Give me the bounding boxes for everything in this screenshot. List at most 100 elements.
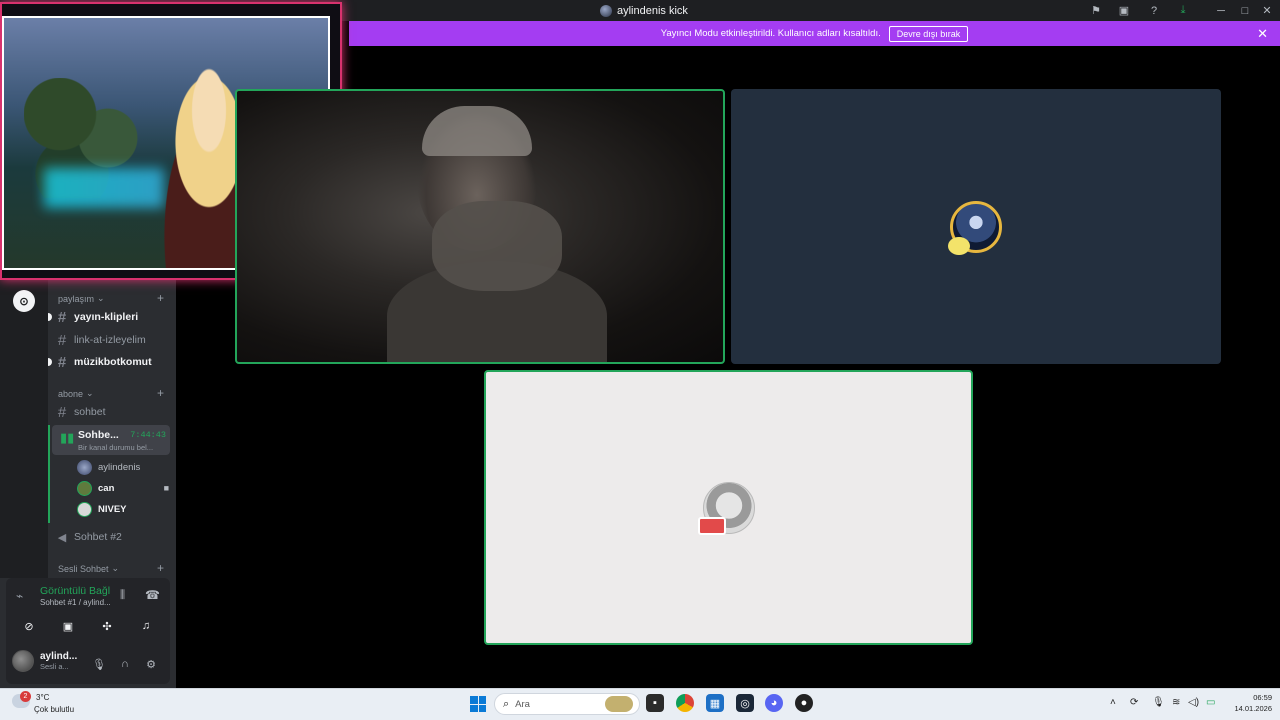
app-icon[interactable]: ● [795,694,813,712]
disconnect-icon[interactable]: ☎ [145,588,160,602]
notification-badge: 2 [20,691,31,702]
voice-user-aylindenis[interactable]: aylindenis [77,458,169,476]
category-label: Sesli Sohbet [58,563,109,574]
voice-connection-channel[interactable]: Sohbet #1 / aylind... [40,598,111,607]
window-title-wrap: aylindenis kick [600,3,688,18]
voice-connection-status[interactable]: Görüntülü Bağl [40,585,110,597]
avatar [77,501,92,517]
avatar [77,480,92,496]
task-view-icon[interactable]: ▪ [646,694,664,712]
channel-label: yayın-klipleri [74,311,139,323]
video-tile-nivey[interactable] [484,370,973,645]
channel-yayin-klipleri[interactable]: # yayın-klipleri [56,307,168,327]
close-button[interactable]: ✕ [1256,2,1278,19]
channel-label: sohbet [74,406,106,418]
voice-channel-sohbet-1[interactable]: ▮▮ Sohbe... 7:44:43 Bir kanal durumu bel… [52,425,170,455]
channel-muzikbotkomut[interactable]: # müzikbotkomut [56,352,168,372]
channel-label: link-at-izleyelim [74,334,146,346]
battery-icon[interactable]: ▭ [1206,697,1215,708]
hash-icon: # [57,403,67,421]
unread-indicator [48,313,52,321]
hash-icon: # [57,353,67,371]
video-tile-aylindenis[interactable] [731,89,1221,364]
channel-link-at-izleyelim[interactable]: # link-at-izleyelim [56,330,168,350]
search-placeholder: Ara [515,698,530,710]
settings-icon[interactable]: ⚙ [142,656,160,672]
speaker-icon: ◀ [57,531,67,544]
windows-icon[interactable] [470,696,486,712]
channel-label: müzikbotkomut [74,356,152,368]
user-status: Sesli a... [40,662,69,671]
discord-icon[interactable]: ◕ [765,694,783,712]
voice-user-can[interactable]: can ■ [77,479,169,497]
voice-user-label: aylindenis [98,461,141,473]
maximize-button[interactable]: □ [1234,2,1256,19]
screen-icon[interactable]: ▣ [1116,3,1132,18]
add-channel-icon[interactable]: + [157,561,164,575]
video-figure-hands [432,201,562,291]
clock-date: 14.01.2026 [1234,704,1272,713]
server-icon [600,4,612,17]
avatar [12,650,34,672]
add-channel-icon[interactable]: + [157,386,164,400]
server-list [0,280,48,578]
wifi-icon[interactable]: ≋ [1172,697,1180,708]
weather-temp: 3°C [36,693,50,702]
avatar [77,459,92,475]
category-label: abone [58,388,84,399]
search-highlight-icon [605,696,633,712]
activities-button[interactable]: ✣ [90,616,124,636]
mic-icon[interactable]: 🎙 [1152,697,1165,708]
voice-status-panel: ⌁ Görüntülü Bağl Sohbet #1 / aylind... ⫼… [6,578,170,684]
hash-icon: # [57,331,67,349]
banner-message: Yayıncı Modu etkinleştirildi. Kullanıcı … [660,28,881,39]
user-name: aylind... [40,651,78,662]
minimize-button[interactable]: ─ [1210,2,1232,19]
headphones-icon[interactable]: ∩ [116,656,134,672]
camera-off-button[interactable]: ⊘ [12,616,46,636]
inbox-icon[interactable]: ⚑ [1088,3,1104,18]
disable-streamer-mode-button[interactable]: Devre dışı bırak [888,25,969,42]
channel-sohbet[interactable]: # sohbet [56,402,168,422]
screen-share-button[interactable]: ▣ [51,616,85,636]
download-icon[interactable]: ⤓ [1175,3,1191,18]
video-figure-cap [422,106,532,156]
chevron-down-icon: ⌄ [97,293,105,303]
add-channel-icon[interactable]: + [157,291,164,305]
store-icon[interactable]: ▦ [706,694,724,712]
soundboard-button[interactable]: ♫ [129,616,163,636]
help-icon[interactable]: ? [1146,3,1162,18]
speaker-icon: ▮▮ [60,430,75,445]
chevron-down-icon: ⌄ [111,563,120,573]
channel-list: paylaşım ⌄ + # yayın-klipleri # link-at-i… [48,280,176,578]
voice-channel-status[interactable]: Bir kanal durumu bel... [78,443,153,452]
streamer-mode-banner: Yayıncı Modu etkinleştirildi. Kullanıcı … [349,21,1280,46]
system-clock[interactable]: 06:59 14.01.2026 [1222,692,1272,714]
category-label: paylaşım [58,293,95,304]
volume-icon[interactable]: ◁) [1188,697,1199,708]
chevron-up-icon[interactable]: ˄ [1110,697,1116,708]
category-paylasim[interactable]: paylaşım ⌄ [58,293,105,304]
clock-time: 06:59 [1253,693,1272,702]
compass-icon[interactable]: ⊙ [13,290,35,312]
steam-icon[interactable]: ◎ [736,694,754,712]
voice-user-nivey[interactable]: NIVEY [77,500,169,518]
category-sesli-sohbet[interactable]: Sesli Sohbet ⌄ [58,563,119,574]
sync-icon[interactable]: ⟳ [1130,697,1138,708]
voice-user-label: NIVEY [98,503,127,515]
noise-suppression-icon[interactable]: ⫼ [120,589,125,602]
video-tile-can[interactable] [235,89,725,364]
chrome-icon[interactable] [676,694,694,712]
channel-sohbet-2[interactable]: ◀ Sohbet #2 [56,527,168,547]
mic-icon[interactable]: 🎙 [90,656,108,672]
voice-channel-label: Sohbe... [78,429,119,441]
user-panel[interactable]: aylind... Sesli a... [12,650,77,672]
taskbar [0,688,1280,720]
camera-icon: ■ [163,483,169,493]
search-input[interactable]: ⌕ Ara [494,693,640,715]
signal-icon[interactable]: ⌁ [16,589,23,603]
chevron-down-icon: ⌄ [86,388,94,398]
category-abone[interactable]: abone ⌄ [58,388,94,399]
close-icon[interactable]: ✕ [1257,26,1268,42]
search-icon: ⌕ [503,697,510,710]
